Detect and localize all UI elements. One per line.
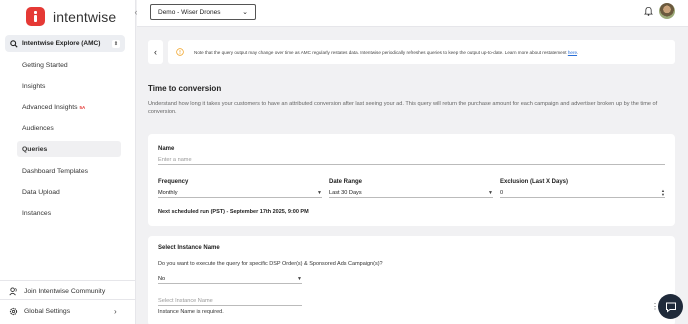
settings-label: Global Settings bbox=[24, 308, 71, 315]
sidebar-item-getting-started[interactable]: Getting Started bbox=[17, 57, 121, 73]
date-range-label: Date Range bbox=[329, 179, 363, 185]
chevron-left-icon: ‹ bbox=[154, 47, 157, 57]
sidebar-item-label: Audiences bbox=[22, 124, 54, 132]
frequency-select[interactable]: Monthly ▼ bbox=[158, 188, 322, 198]
instance-name-select[interactable]: Select Instance Name bbox=[158, 296, 302, 306]
sidebar-item-dashboard-templates[interactable]: Dashboard Templates bbox=[17, 163, 121, 179]
divider bbox=[0, 299, 136, 300]
sidebar-item-label: Dashboard Templates bbox=[22, 167, 88, 175]
global-settings-button[interactable]: Global Settings bbox=[9, 307, 70, 316]
updown-icon: ⇕ bbox=[112, 39, 120, 48]
sidebar-item-label: Data Upload bbox=[22, 188, 60, 196]
sidebar: intentwise Intentwise Explore (AMC) ⇕ Ge… bbox=[0, 0, 136, 324]
date-range-select[interactable]: Last 30 Days ▼ bbox=[329, 188, 493, 198]
brand-name: intentwise bbox=[53, 8, 117, 25]
avatar[interactable] bbox=[659, 3, 675, 19]
instance-card: Select Instance Name Do you want to exec… bbox=[148, 236, 675, 324]
restatement-link[interactable]: here bbox=[568, 50, 577, 55]
sidebar-item-label: Insights bbox=[22, 82, 46, 90]
caret-down-icon: ▼ bbox=[297, 275, 302, 282]
name-input[interactable]: Enter a name bbox=[158, 155, 665, 165]
sidebar-item-label: Instances bbox=[22, 209, 52, 217]
join-community-link[interactable]: Join Intentwise Community bbox=[9, 287, 105, 296]
exclusion-input[interactable]: 0 ▲ ▼ bbox=[500, 188, 665, 198]
frequency-label: Frequency bbox=[158, 179, 189, 185]
logo[interactable]: intentwise bbox=[26, 7, 116, 26]
sidebar-item-audiences[interactable]: Audiences bbox=[17, 120, 121, 136]
restatement-notice: Note that the query output may change ov… bbox=[168, 40, 675, 64]
dsp-answer-value: No bbox=[158, 275, 166, 282]
new-badge: 5A bbox=[79, 104, 86, 110]
frequency-value: Monthly bbox=[158, 189, 178, 196]
bell-icon[interactable] bbox=[644, 6, 653, 16]
sidebar-item-advanced-insights[interactable]: Advanced Insights 5A bbox=[17, 99, 121, 115]
logo-icon bbox=[26, 7, 45, 26]
back-button[interactable]: ‹ bbox=[148, 40, 163, 64]
search-icon bbox=[10, 39, 18, 48]
sidebar-item-label: Advanced Insights bbox=[22, 103, 78, 111]
community-label: Join Intentwise Community bbox=[24, 288, 106, 295]
page-title: Time to conversion bbox=[148, 84, 222, 93]
dsp-question: Do you want to execute the query for spe… bbox=[158, 261, 383, 267]
instance-error-text: Instance Name is required. bbox=[158, 309, 224, 315]
sidebar-item-label: Getting Started bbox=[22, 61, 68, 69]
notice-end: . bbox=[577, 49, 579, 55]
exclusion-value: 0 bbox=[500, 189, 504, 196]
topbar: Demo - Wiser Drones ⌄ bbox=[137, 0, 688, 27]
chevron-right-icon[interactable]: › bbox=[114, 307, 117, 316]
notice-text: Note that the query output may change ov… bbox=[194, 50, 578, 55]
caret-down-icon: ▼ bbox=[488, 189, 493, 196]
sidebar-item-data-upload[interactable]: Data Upload bbox=[17, 184, 121, 200]
chevron-down-icon: ⌄ bbox=[242, 9, 248, 16]
divider bbox=[0, 280, 136, 281]
chat-icon bbox=[665, 302, 676, 313]
caret-down-icon: ▼ bbox=[317, 189, 322, 196]
sidebar-item-insights[interactable]: Insights bbox=[17, 78, 121, 94]
chat-button[interactable] bbox=[658, 294, 683, 319]
notice-body: Note that the query output may change ov… bbox=[194, 49, 568, 55]
instance-section-title: Select Instance Name bbox=[158, 245, 220, 251]
page-description: Understand how long it takes your custom… bbox=[148, 101, 658, 115]
product-name: Intentwise Explore (AMC) bbox=[22, 40, 101, 47]
date-range-value: Last 30 Days bbox=[329, 189, 362, 196]
gear-icon bbox=[9, 307, 18, 316]
sidebar-item-label: Queries bbox=[22, 145, 48, 153]
sidebar-item-queries[interactable]: Queries bbox=[17, 141, 121, 157]
name-label: Name bbox=[158, 146, 175, 152]
warning-icon bbox=[176, 48, 184, 56]
dsp-answer-select[interactable]: No ▼ bbox=[158, 274, 302, 284]
stepper-icon[interactable]: ▲ ▼ bbox=[661, 188, 665, 197]
account-value: Demo - Wiser Drones bbox=[158, 8, 221, 16]
next-run-text: Next scheduled run (PST) - September 17t… bbox=[158, 209, 309, 215]
users-icon bbox=[9, 287, 17, 296]
product-switcher[interactable]: Intentwise Explore (AMC) ⇕ bbox=[5, 35, 125, 52]
account-select[interactable]: Demo - Wiser Drones ⌄ bbox=[150, 4, 256, 20]
sidebar-item-instances[interactable]: Instances bbox=[17, 205, 121, 221]
exclusion-label: Exclusion (Last X Days) bbox=[500, 179, 569, 185]
query-settings-card: Name Enter a name Frequency Monthly ▼ Dat… bbox=[148, 134, 675, 226]
